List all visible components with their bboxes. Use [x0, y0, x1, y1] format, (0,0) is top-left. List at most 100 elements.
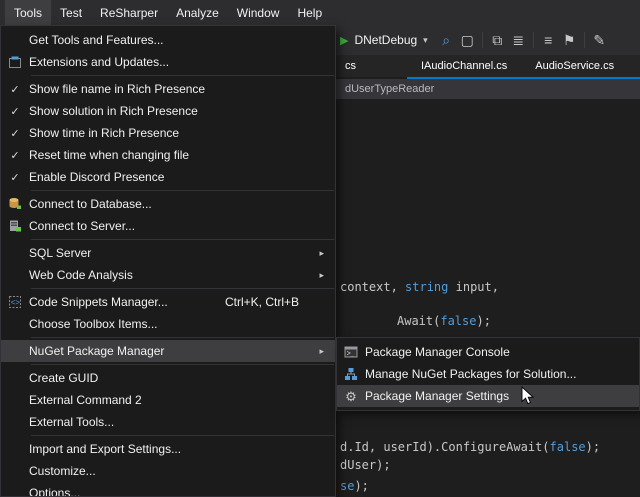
- menu-item-package-manager-settings[interactable]: ⚙Package Manager Settings: [337, 385, 639, 407]
- menu-item-show-solution-in-rich-presence[interactable]: ✓Show solution in Rich Presence: [1, 100, 335, 122]
- menu-separator: [31, 75, 334, 76]
- menu-item-label: External Command 2: [29, 393, 142, 407]
- menu-item-show-time-in-rich-presence[interactable]: ✓Show time in Rich Presence: [1, 122, 335, 144]
- play-icon: ▶: [340, 34, 348, 47]
- menu-item-code-snippets-manager[interactable]: <> Code Snippets Manager... Ctrl+K, Ctrl+B: [1, 291, 335, 313]
- menu-separator: [31, 190, 334, 191]
- edit-icon[interactable]: ✎: [589, 29, 610, 51]
- code-fragment: context, string input,: [340, 280, 499, 294]
- menu-item-label: Reset time when changing file: [29, 148, 189, 162]
- menu-item-label: Manage NuGet Packages for Solution...: [365, 367, 576, 381]
- menubar-item-analyze[interactable]: Analyze: [167, 0, 228, 25]
- menu-item-label: External Tools...: [29, 415, 114, 429]
- code-fragment: se);: [340, 479, 369, 493]
- submenu-arrow-icon: ▸: [319, 248, 333, 259]
- database-icon: [1, 197, 29, 211]
- line-list-icon[interactable]: ≡: [538, 29, 559, 51]
- check-icon: ✓: [1, 83, 29, 96]
- tab-iaudiochannel-cs[interactable]: IAudioChannel.cs: [407, 55, 521, 77]
- svg-text:>_: >_: [347, 351, 355, 358]
- find-icon[interactable]: ⌕: [436, 29, 457, 51]
- tab-cs[interactable]: cs: [337, 55, 407, 77]
- new-window-icon[interactable]: ▢: [457, 29, 478, 51]
- menu-item-sql-server[interactable]: SQL Server ▸: [1, 242, 335, 264]
- check-icon: ✓: [1, 105, 29, 118]
- menu-item-reset-time-when-changing-file[interactable]: ✓Reset time when changing file: [1, 144, 335, 166]
- copy-window-icon[interactable]: ⧉: [487, 29, 508, 51]
- menu-separator: [31, 288, 334, 289]
- server-icon: [1, 219, 29, 233]
- bookmark-icon[interactable]: ⚑: [559, 29, 580, 51]
- toolbar-separator: [533, 32, 534, 48]
- manage-packages-icon: [337, 367, 365, 381]
- menu-item-label: Choose Toolbox Items...: [29, 317, 158, 331]
- menubar-item-window[interactable]: Window: [228, 0, 289, 25]
- menu-separator: [31, 435, 334, 436]
- menu-item-options[interactable]: Options...: [1, 482, 335, 497]
- menubar-item-test[interactable]: Test: [51, 0, 91, 25]
- menu-item-label: Code Snippets Manager...: [29, 295, 168, 309]
- nuget-submenu: >_ Package Manager Console Manage NuGet Pa…: [336, 337, 640, 411]
- menu-item-create-guid[interactable]: Create GUID: [1, 367, 335, 389]
- menu-item-label: Customize...: [29, 464, 96, 478]
- menu-item-package-manager-console[interactable]: >_ Package Manager Console: [337, 341, 639, 363]
- menubar-item-tools[interactable]: Tools: [5, 0, 51, 25]
- tab-audioservice-cs[interactable]: AudioService.cs: [521, 55, 628, 77]
- menu-item-import-and-export-settings[interactable]: Import and Export Settings...: [1, 438, 335, 460]
- toolbar-separator: [584, 32, 585, 48]
- menu-item-enable-discord-presence[interactable]: ✓Enable Discord Presence: [1, 166, 335, 188]
- menu-item-external-command-2[interactable]: External Command 2: [1, 389, 335, 411]
- menu-item-web-code-analysis[interactable]: Web Code Analysis ▸: [1, 264, 335, 286]
- menu-item-label: Options...: [29, 486, 80, 497]
- menu-item-label: Show file name in Rich Presence: [29, 82, 205, 96]
- menu-separator: [31, 364, 334, 365]
- check-icon: ✓: [1, 149, 29, 162]
- svg-text:<>: <>: [11, 298, 21, 307]
- menu-item-extensions-and-updates[interactable]: Extensions and Updates...: [1, 51, 335, 73]
- start-debug-button[interactable]: ▶ DNetDebug ▾: [340, 33, 428, 47]
- menu-item-label: Connect to Database...: [29, 197, 152, 211]
- menu-item-label: Import and Export Settings...: [29, 442, 181, 456]
- menu-item-manage-nuget-packages-for-solution[interactable]: Manage NuGet Packages for Solution...: [337, 363, 639, 385]
- menu-item-label: NuGet Package Manager: [29, 344, 164, 358]
- submenu-arrow-icon: ▸: [319, 270, 333, 281]
- menu-item-connect-to-database[interactable]: Connect to Database...: [1, 193, 335, 215]
- menu-item-choose-toolbox-items[interactable]: Choose Toolbox Items...: [1, 313, 335, 335]
- menu-item-label: Package Manager Console: [365, 345, 510, 359]
- code-fragment: dUser);: [340, 458, 391, 472]
- menu-item-label: Create GUID: [29, 371, 98, 385]
- breadcrumb[interactable]: dUserTypeReader: [345, 83, 434, 95]
- menu-item-label: SQL Server: [29, 246, 91, 260]
- menu-item-nuget-package-manager[interactable]: NuGet Package Manager ▸: [1, 340, 335, 362]
- run-config-label: DNetDebug: [354, 33, 417, 47]
- menu-item-get-tools-and-features[interactable]: Get Tools and Features...: [1, 29, 335, 51]
- check-icon: ✓: [1, 171, 29, 184]
- menu-item-label: Connect to Server...: [29, 219, 135, 233]
- menu-item-label: Web Code Analysis: [29, 268, 133, 282]
- menubar: ToolsTestReSharperAnalyzeWindowHelp: [0, 0, 640, 25]
- active-tab-underline: [407, 77, 640, 79]
- menu-item-label: Package Manager Settings: [365, 389, 509, 403]
- menu-item-shortcut: Ctrl+K, Ctrl+B: [225, 295, 333, 309]
- toolbar-separator: [482, 32, 483, 48]
- menu-item-customize[interactable]: Customize...: [1, 460, 335, 482]
- check-icon: ✓: [1, 127, 29, 140]
- toolbar-icon-group: ⌕▢ ⧉≣ ≡⚑ ✎: [436, 29, 610, 51]
- tools-dropdown-menu: Get Tools and Features... Extensions and …: [0, 25, 336, 497]
- gear-icon: ⚙: [337, 390, 365, 403]
- extensions-icon: [1, 55, 29, 69]
- menu-item-connect-to-server[interactable]: Connect to Server...: [1, 215, 335, 237]
- menu-item-label: Show solution in Rich Presence: [29, 104, 198, 118]
- submenu-arrow-icon: ▸: [319, 346, 333, 357]
- menubar-item-resharper[interactable]: ReSharper: [91, 0, 167, 25]
- chevron-down-icon[interactable]: ▾: [423, 35, 428, 46]
- menu-item-label: Show time in Rich Presence: [29, 126, 179, 140]
- vs-window: context, string input,Await(false);d.Id,…: [0, 0, 640, 497]
- code-fragment: d.Id, userId).ConfigureAwait(false);: [340, 440, 600, 454]
- sort-list-icon[interactable]: ≣: [508, 29, 529, 51]
- menu-item-external-tools[interactable]: External Tools...: [1, 411, 335, 433]
- menu-separator: [31, 239, 334, 240]
- menu-item-label: Extensions and Updates...: [29, 55, 169, 69]
- menubar-item-help[interactable]: Help: [288, 0, 331, 25]
- menu-item-show-file-name-in-rich-presence[interactable]: ✓Show file name in Rich Presence: [1, 78, 335, 100]
